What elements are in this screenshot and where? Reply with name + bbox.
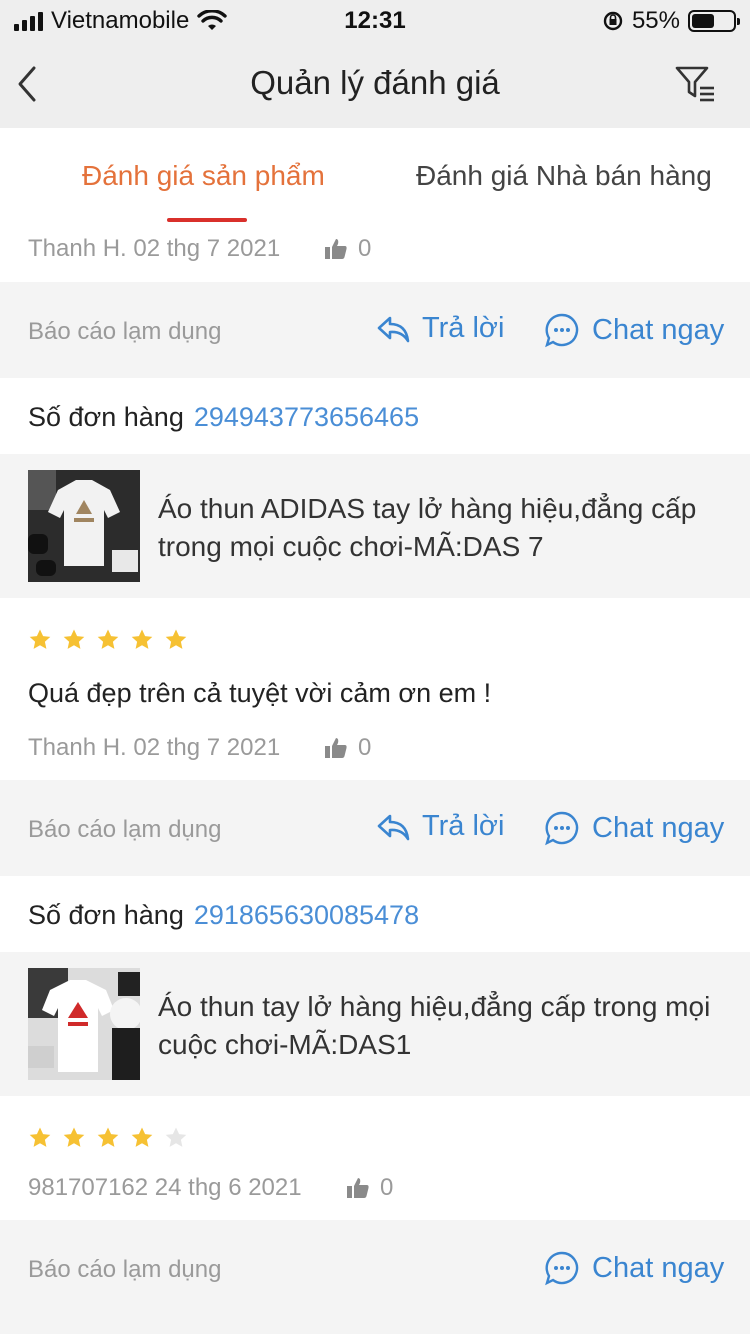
- reply-button[interactable]: Trả lời: [376, 312, 504, 345]
- like-count[interactable]: 0: [324, 235, 371, 263]
- chat-bubble-icon: [545, 313, 579, 348]
- product-row[interactable]: Áo thun tay lở hàng hiệu,đẳng cấp trong …: [0, 952, 750, 1096]
- star-filled-icon: [63, 629, 85, 649]
- star-rating: [28, 628, 188, 652]
- star-empty-icon: [165, 1127, 187, 1147]
- review-author-date: 981707162 24 thg 6 2021: [28, 1174, 302, 1201]
- star-filled-icon: [29, 629, 51, 649]
- like-count-value: 0: [358, 235, 372, 262]
- product-thumbnail[interactable]: [28, 968, 140, 1080]
- chat-now-label: Chat ngay: [592, 811, 725, 844]
- star-rating: [28, 1126, 188, 1150]
- product-title[interactable]: Áo thun ADIDAS tay lở hàng hiệu,đẳng cấp…: [158, 490, 728, 566]
- order-row: Số đơn hàng 291865630085478: [0, 876, 750, 952]
- review-meta-row: Thanh H. 02 thg 7 2021 0: [0, 224, 750, 282]
- star-filled-icon: [165, 629, 187, 649]
- thumbs-up-icon: [325, 738, 347, 758]
- review-actions-row: Báo cáo lạm dụng Trả lời Chat ngay: [0, 282, 750, 378]
- chat-bubble-icon: [545, 1251, 579, 1286]
- like-count[interactable]: 0: [324, 734, 371, 762]
- review-body: Quá đẹp trên cả tuyệt vời cảm ơn em ! Th…: [0, 598, 750, 780]
- product-title[interactable]: Áo thun tay lở hàng hiệu,đẳng cấp trong …: [158, 988, 728, 1064]
- report-abuse-link[interactable]: Báo cáo lạm dụng: [28, 1256, 221, 1284]
- chat-now-button[interactable]: Chat ngay: [544, 810, 724, 846]
- thumbs-up-icon: [347, 1178, 369, 1198]
- chat-bubble-icon: [545, 811, 579, 846]
- orientation-lock-icon: [603, 11, 623, 31]
- status-bar: Vietnamobile 12:31 55%: [0, 0, 750, 40]
- filter-list-icon[interactable]: [674, 64, 718, 104]
- battery-level: [692, 14, 714, 28]
- review-comment: Quá đẹp trên cả tuyệt vời cảm ơn em !: [28, 678, 492, 708]
- like-count-value: 0: [358, 734, 372, 761]
- order-number-link[interactable]: 294943773656465: [194, 402, 419, 432]
- tab-seller-reviews[interactable]: Đánh giá Nhà bán hàng: [416, 160, 712, 192]
- star-filled-icon: [131, 629, 153, 649]
- chat-now-label: Chat ngay: [592, 313, 725, 346]
- star-filled-icon: [97, 629, 119, 649]
- order-number-label: Số đơn hàng 294943773656465: [28, 402, 420, 432]
- review-actions-row: Báo cáo lạm dụng Trả lời Chat ngay: [0, 780, 750, 876]
- reply-label: Trả lời: [422, 312, 505, 344]
- battery-percent: 55%: [631, 7, 680, 34]
- product-thumbnail[interactable]: [28, 470, 140, 582]
- order-number-label: Số đơn hàng 291865630085478: [28, 900, 420, 930]
- like-count-value: 0: [380, 1174, 394, 1201]
- report-abuse-link[interactable]: Báo cáo lạm dụng: [28, 816, 221, 844]
- chat-now-label: Chat ngay: [592, 1251, 725, 1284]
- review-body: 981707162 24 thg 6 2021 0: [0, 1096, 750, 1220]
- order-row: Số đơn hàng 294943773656465: [0, 378, 750, 454]
- review-author-date: Thanh H. 02 thg 7 2021: [28, 235, 281, 262]
- review-actions-row: Báo cáo lạm dụng Chat ngay: [0, 1220, 750, 1334]
- order-number-link[interactable]: 291865630085478: [194, 900, 419, 930]
- star-filled-icon: [29, 1127, 51, 1147]
- thumbs-up-icon: [325, 239, 347, 259]
- chat-now-button[interactable]: Chat ngay: [544, 312, 724, 348]
- reply-icon: [377, 814, 410, 840]
- tab-product-reviews[interactable]: Đánh giá sản phẩm: [82, 160, 325, 192]
- star-filled-icon: [63, 1127, 85, 1147]
- like-count[interactable]: 0: [346, 1174, 393, 1202]
- status-right: 55%: [602, 7, 740, 35]
- review-author-date: Thanh H. 02 thg 7 2021: [28, 734, 281, 761]
- star-filled-icon: [97, 1127, 119, 1147]
- active-tab-indicator: [167, 218, 247, 222]
- review-tabs: Đánh giá sản phẩm Đánh giá Nhà bán hàng: [0, 128, 750, 224]
- chat-now-button[interactable]: Chat ngay: [544, 1250, 724, 1286]
- product-row[interactable]: Áo thun ADIDAS tay lở hàng hiệu,đẳng cấp…: [0, 454, 750, 598]
- reply-label: Trả lời: [422, 810, 505, 842]
- page-title: Quản lý đánh giá: [250, 64, 500, 101]
- reply-button[interactable]: Trả lời: [376, 810, 504, 843]
- battery-icon: [688, 10, 740, 32]
- reply-icon: [377, 316, 410, 342]
- star-filled-icon: [131, 1127, 153, 1147]
- nav-bar: Quản lý đánh giá: [0, 40, 750, 128]
- report-abuse-link[interactable]: Báo cáo lạm dụng: [28, 318, 221, 346]
